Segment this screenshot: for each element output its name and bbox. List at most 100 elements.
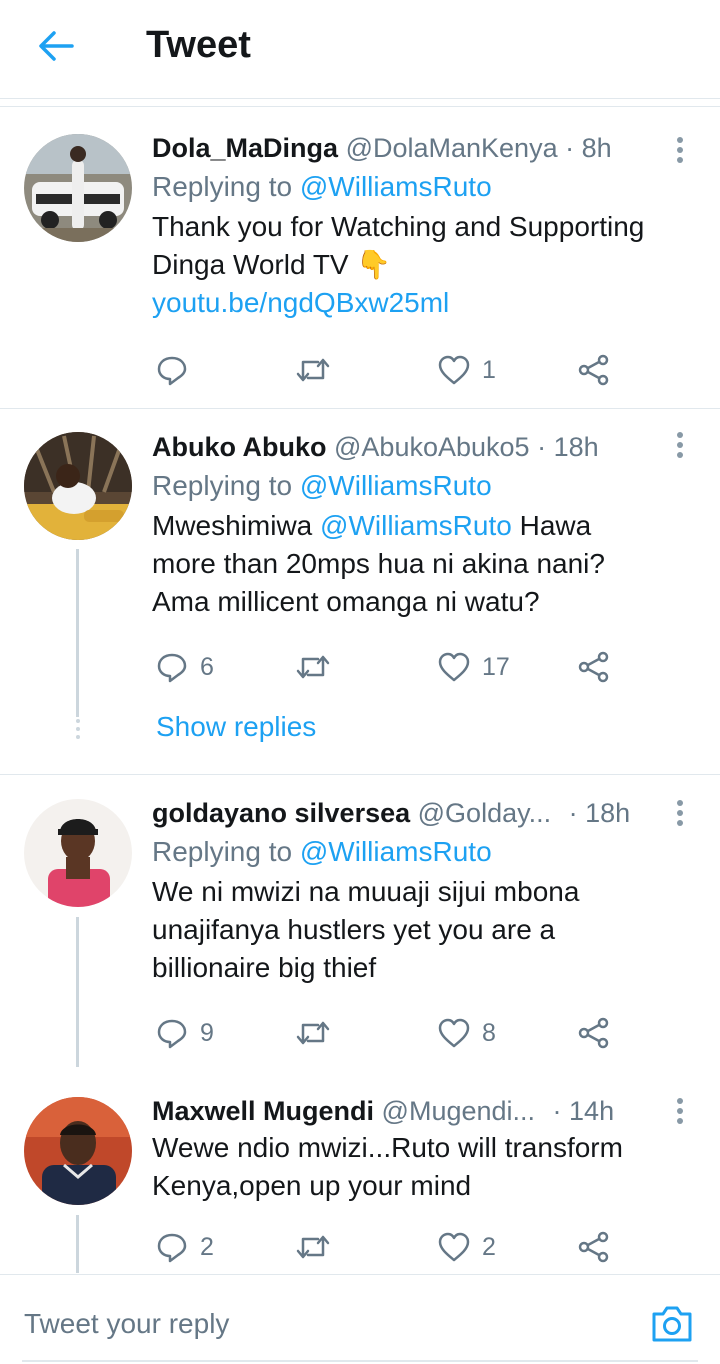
tweet-text-line: Thank you for Watching and Supporting (152, 211, 645, 242)
avatar-image (24, 799, 132, 907)
display-name[interactable]: Dola_MaDinga (152, 133, 338, 163)
retweet-button[interactable] (296, 1227, 342, 1267)
user-handle[interactable]: @AbukoAbuko5 (334, 432, 530, 462)
back-button[interactable] (30, 22, 82, 70)
timestamp: · 18h (537, 432, 599, 462)
share-icon (578, 1017, 609, 1049)
user-handle[interactable]: @Golday... (418, 798, 551, 828)
replying-to-label: Replying to (152, 836, 293, 867)
replying-to: Replying to @WilliamsRuto (152, 469, 692, 503)
tweet-meta: Abuko Abuko @AbukoAbuko5 · 18h (152, 431, 692, 463)
replying-to: Replying to @WilliamsRuto (152, 170, 692, 204)
share-icon (578, 354, 609, 386)
more-options-button[interactable] (664, 130, 696, 170)
more-options-button[interactable] (664, 793, 696, 833)
divider (0, 106, 720, 107)
retweet-icon (296, 358, 330, 382)
reply-icon (157, 1019, 187, 1049)
reply-button[interactable] (156, 350, 200, 390)
like-button[interactable]: 8 (438, 1013, 496, 1053)
reply-button[interactable]: 2 (156, 1227, 214, 1267)
user-handle[interactable]: @DolaManKenya (346, 133, 558, 163)
tweet-reply[interactable]: Maxwell Mugendi @Mugendi... · 14h Wewe n… (0, 1075, 720, 1273)
like-count: 2 (482, 1232, 496, 1261)
mention-link[interactable]: @WilliamsRuto (300, 470, 492, 501)
top-app-bar: Tweet (0, 0, 720, 96)
like-count: 8 (482, 1018, 496, 1047)
tweet-reply[interactable]: Abuko Abuko @AbukoAbuko5 · 18h Replying … (0, 409, 720, 774)
tweet-text-line: Wewe ndio mwizi...Ruto will transform (152, 1132, 623, 1163)
tweet-text-line: billionaire big thief (152, 952, 377, 983)
like-button[interactable]: 1 (438, 350, 496, 390)
tweet-text-line: more than 20mps hua ni akina nani? (152, 548, 605, 579)
share-icon (578, 1231, 609, 1263)
like-button[interactable]: 17 (438, 647, 510, 687)
tweet-text-line: Mweshimiwa @WilliamsRuto Hawa (152, 507, 692, 545)
user-handle[interactable]: @Mugendi... (382, 1096, 535, 1126)
arrow-left-icon (39, 31, 74, 61)
divider (0, 1274, 720, 1275)
tweet-text-line: Dinga World TV 👇 (152, 249, 392, 280)
more-vertical-icon (677, 432, 683, 458)
camera-button[interactable] (650, 1304, 694, 1344)
heart-icon (438, 652, 470, 682)
tweet-text: Thank you for Watching and Supporting Di… (152, 208, 692, 322)
heart-icon (438, 355, 470, 385)
display-name[interactable]: goldayano silversea (152, 798, 410, 828)
mention-link[interactable]: @WilliamsRuto (300, 171, 492, 202)
reply-icon (157, 356, 187, 386)
reply-button[interactable]: 9 (156, 1013, 214, 1053)
show-replies-link[interactable]: Show replies (156, 711, 316, 743)
display-name[interactable]: Abuko Abuko (152, 432, 327, 462)
tweet-meta: goldayano silversea @Golday... · 18h (152, 797, 662, 829)
avatar[interactable] (24, 134, 132, 242)
thread-connector (76, 1215, 79, 1273)
share-button[interactable] (578, 350, 610, 390)
avatar[interactable] (24, 799, 132, 907)
heart-icon (438, 1018, 470, 1048)
retweet-icon (296, 1235, 330, 1259)
more-vertical-icon (677, 800, 683, 826)
share-icon (578, 651, 609, 683)
tweet-text: We ni mwizi na muuaji sijui mbona unajif… (152, 873, 692, 987)
replying-to-label: Replying to (152, 171, 293, 202)
display-name[interactable]: Maxwell Mugendi (152, 1096, 374, 1126)
reply-button[interactable]: 6 (156, 647, 214, 687)
tweet-reply[interactable]: goldayano silversea @Golday... · 18h Rep… (0, 775, 720, 1067)
text-segment: Mweshimiwa (152, 510, 313, 541)
more-options-button[interactable] (664, 1091, 696, 1131)
tweet-actions: 1 (152, 350, 622, 390)
more-options-button[interactable] (664, 425, 696, 465)
reply-input[interactable] (24, 1308, 584, 1340)
tweet-actions: 6 17 (152, 647, 622, 687)
mention-link[interactable]: @WilliamsRuto (300, 836, 492, 867)
avatar[interactable] (24, 432, 132, 540)
tweet-meta: Maxwell Mugendi @Mugendi... · 14h (152, 1095, 662, 1127)
input-underline (22, 1360, 698, 1362)
timestamp: · 8h (565, 133, 612, 163)
replying-to-label: Replying to (152, 470, 293, 501)
retweet-button[interactable] (296, 350, 342, 390)
retweet-icon (296, 655, 330, 679)
tweet-text: Mweshimiwa @WilliamsRuto Hawa more than … (152, 507, 692, 621)
tweet-text-line: We ni mwizi na muuaji sijui mbona (152, 876, 580, 907)
share-button[interactable] (578, 1013, 610, 1053)
retweet-button[interactable] (296, 1013, 342, 1053)
tweet-actions: 2 2 (152, 1227, 622, 1267)
share-button[interactable] (578, 647, 610, 687)
more-vertical-icon (677, 1098, 683, 1124)
retweet-button[interactable] (296, 647, 342, 687)
like-button[interactable]: 2 (438, 1227, 496, 1267)
thread-dots (74, 719, 82, 743)
avatar-image (24, 432, 132, 540)
timestamp: · 14h (552, 1096, 615, 1126)
tweet-text-line: Kenya,open up your mind (152, 1170, 472, 1201)
mention-link[interactable]: @WilliamsRuto (320, 510, 512, 541)
avatar[interactable] (24, 1097, 132, 1205)
retweet-icon (296, 1021, 330, 1045)
reply-icon (157, 653, 187, 683)
tweet-reply[interactable]: Dola_MaDinga @DolaManKenya · 8h Replying… (0, 108, 720, 408)
share-button[interactable] (578, 1227, 610, 1267)
url-link[interactable]: youtu.be/ngdQBxw25ml (152, 284, 692, 322)
tweet-text-line: unajifanya hustlers yet you are a (152, 914, 556, 945)
